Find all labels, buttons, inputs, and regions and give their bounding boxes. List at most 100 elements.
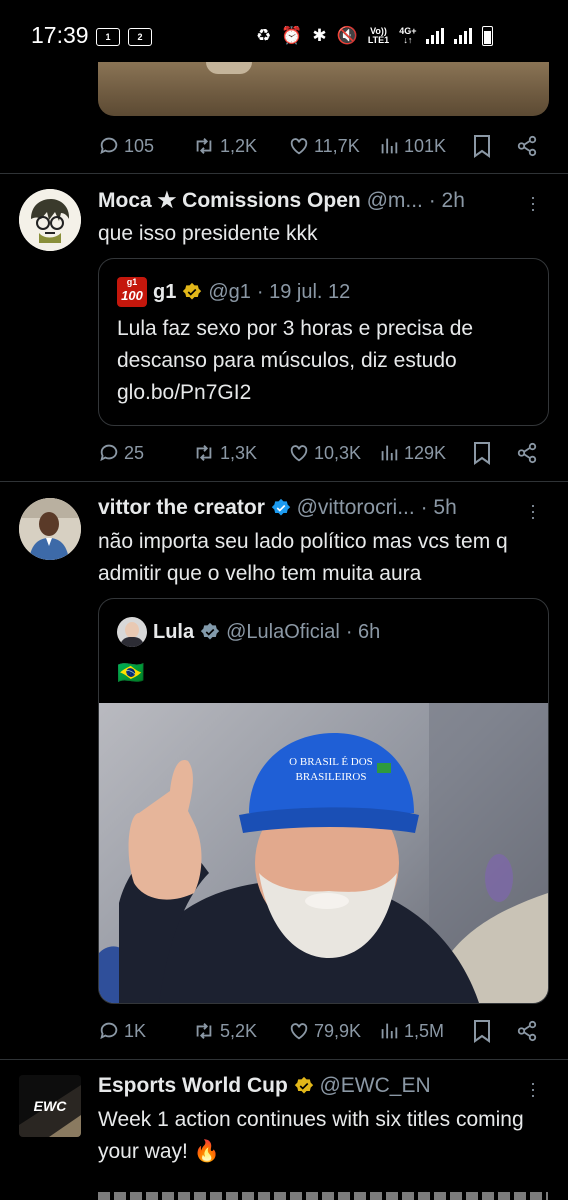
share-icon <box>517 442 537 464</box>
more-options-icon[interactable]: · · · <box>530 188 536 218</box>
tweet-text: não importa seu lado político mas vcs te… <box>98 530 508 585</box>
bookmark-icon <box>474 442 490 465</box>
reply-icon <box>100 444 118 462</box>
reply-button[interactable]: 1K <box>98 1016 146 1046</box>
author-handle[interactable]: @m... <box>367 189 423 212</box>
bookmark-icon <box>474 135 490 158</box>
author-handle[interactable]: @vittorocri... <box>297 496 415 519</box>
tweet-actions: 25 1,3K 10,3K 129K <box>98 438 548 468</box>
avatar[interactable]: EWC <box>19 1075 81 1137</box>
retweet-button[interactable]: 5,2K <box>192 1016 257 1046</box>
volte-icon: Vo)) LTE1 <box>367 26 390 45</box>
verified-blue-icon <box>271 499 290 516</box>
reply-icon <box>100 137 118 155</box>
retweet-button[interactable]: 1,3K <box>192 438 257 468</box>
more-options-icon[interactable]: · · · <box>530 496 536 526</box>
avatar[interactable] <box>19 189 81 251</box>
sim-1-icon: 1 <box>96 28 120 46</box>
quoted-tweet-photo[interactable]: O BRASIL É DOS BRASILEIROS <box>99 703 548 1003</box>
quoted-tweet-text: Lula faz sexo por 3 horas e precisa de d… <box>117 317 474 404</box>
heart-icon <box>290 138 308 155</box>
sim-2-icon: 2 <box>128 28 152 46</box>
share-icon <box>517 135 537 157</box>
quoted-tweet-header: Lula @LulaOficial · 6h <box>117 617 380 647</box>
signal-2-icon <box>454 28 473 44</box>
author-name[interactable]: Esports World Cup <box>98 1074 288 1097</box>
like-button[interactable]: 11,7K <box>288 131 360 161</box>
ewc-logo: EWC <box>19 1075 81 1137</box>
alarm-icon: ⏰ <box>281 26 303 45</box>
share-icon <box>517 1020 537 1042</box>
quoted-tweet[interactable]: g1 100 g1 @g1 · 19 jul. 12 Lula faz sexo… <box>98 258 549 426</box>
heart-icon <box>290 1023 308 1040</box>
svg-text:EWC: EWC <box>34 1098 68 1114</box>
tweet-header: Esports World Cup @EWC_EN <box>98 1074 431 1098</box>
heart-icon <box>290 445 308 462</box>
verified-gold-icon <box>183 282 202 300</box>
share-button[interactable] <box>516 1016 538 1046</box>
bookmark-button[interactable] <box>472 131 492 161</box>
avatar-photo <box>19 498 81 560</box>
bookmark-icon <box>474 1020 490 1043</box>
next-tweet-preview <box>98 1192 548 1200</box>
tweet-text: que isso presidente kkk <box>98 222 318 245</box>
quoted-avatar <box>117 617 147 647</box>
author-name[interactable]: Moca ★ Comissions Open <box>98 189 361 212</box>
previous-tweet-image[interactable] <box>98 62 549 116</box>
views-icon <box>381 138 398 154</box>
bookmark-button[interactable] <box>472 1016 492 1046</box>
views-button[interactable]: 1,5M <box>378 1016 444 1046</box>
status-bar: 17:39 1 2 ♻ ⏰ ✱ 🔇 Vo)) LTE1 4G+ ↓↑ <box>0 0 568 62</box>
retweet-icon <box>196 445 212 461</box>
signal-1-icon <box>426 28 445 44</box>
reply-icon <box>100 1022 118 1040</box>
quoted-tweet-time: · 19 jul. 12 <box>256 280 351 303</box>
verified-gray-icon <box>200 622 220 640</box>
views-button[interactable]: 129K <box>378 438 446 468</box>
mute-icon: 🔇 <box>336 26 358 45</box>
like-button[interactable]: 79,9K <box>288 1016 361 1046</box>
more-options-icon[interactable]: · · · <box>530 1074 536 1104</box>
views-button[interactable]: 101K <box>378 131 446 161</box>
retweet-button[interactable]: 1,2K <box>192 131 257 161</box>
like-button[interactable]: 10,3K <box>288 438 361 468</box>
quoted-tweet-header: g1 100 g1 @g1 · 19 jul. 12 <box>117 277 350 307</box>
divider <box>0 481 568 482</box>
author-handle[interactable]: @EWC_EN <box>319 1074 430 1097</box>
avatar[interactable] <box>19 498 81 560</box>
tweet-actions: 1K 5,2K 79,9K 1,5M <box>98 1016 548 1046</box>
cap-text-line-2: BRASILEIROS <box>296 771 367 783</box>
g1-logo: g1 100 <box>117 277 147 307</box>
battery-saver-icon: ♻ <box>256 26 272 45</box>
tweet-header: vittor the creator @vittorocri... · 5h <box>98 496 457 520</box>
bluetooth-icon: ✱ <box>312 26 327 45</box>
battery-icon <box>482 26 494 46</box>
quoted-author-handle: @LulaOficial <box>226 620 340 643</box>
author-name[interactable]: vittor the creator <box>98 496 265 519</box>
avatar-illustration <box>19 189 81 251</box>
sim-icons: 1 2 <box>96 28 152 46</box>
bookmark-button[interactable] <box>472 438 492 468</box>
quoted-author-handle: @g1 <box>208 280 251 303</box>
views-icon <box>381 445 398 461</box>
tweet-time[interactable]: · 5h <box>421 496 457 519</box>
quoted-author-name: Lula <box>153 620 195 643</box>
quoted-tweet[interactable]: Lula @LulaOficial · 6h 🇧🇷 O BRASIL É DOS… <box>98 598 549 1004</box>
share-button[interactable] <box>516 438 538 468</box>
tweet-text: Week 1 action continues with six titles … <box>98 1108 524 1163</box>
clock: 17:39 <box>31 22 89 48</box>
share-button[interactable] <box>516 131 538 161</box>
quoted-tweet-time: · 6h <box>345 620 381 643</box>
system-icons: ♻ ⏰ ✱ 🔇 Vo)) LTE1 4G+ ↓↑ <box>256 26 494 46</box>
network-type-icon: 4G+ ↓↑ <box>399 26 417 45</box>
reply-button[interactable]: 25 <box>98 438 144 468</box>
verified-gold-icon <box>294 1077 313 1094</box>
divider <box>0 173 568 174</box>
cap-text-line-1: O BRASIL É DOS <box>289 756 373 768</box>
retweet-icon <box>196 1023 212 1039</box>
reply-button[interactable]: 105 <box>98 131 154 161</box>
views-icon <box>381 1023 398 1039</box>
tweet-header: Moca ★ Comissions Open @m... · 2h <box>98 188 465 213</box>
quoted-author-name: g1 <box>153 280 177 303</box>
tweet-time[interactable]: · 2h <box>429 189 465 212</box>
